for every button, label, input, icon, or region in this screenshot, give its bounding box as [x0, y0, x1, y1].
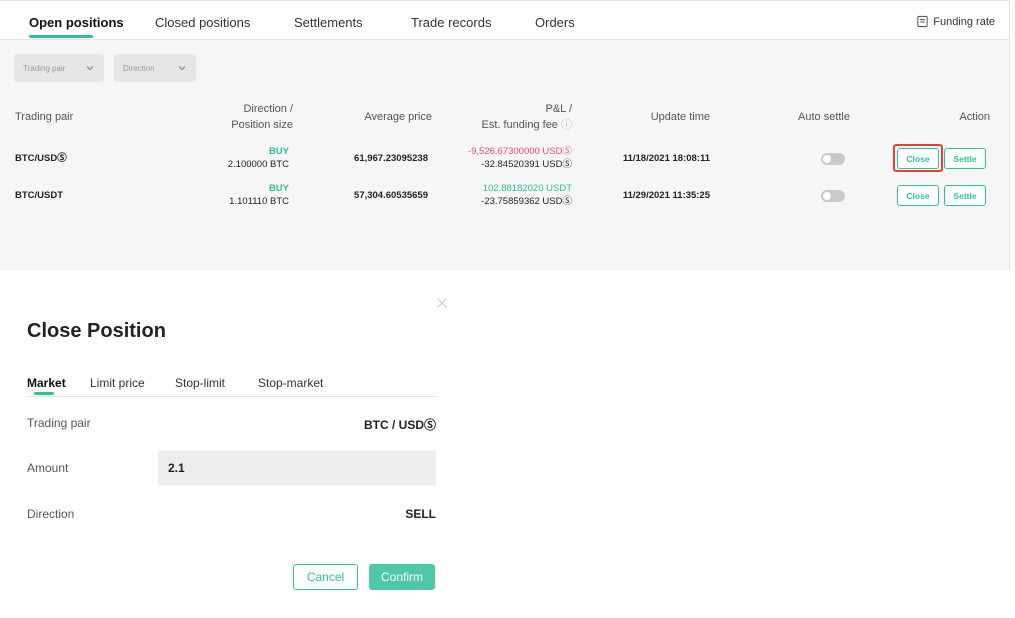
tab-closed-positions[interactable]: Closed positions: [155, 15, 250, 30]
row-average-price: 57,304.60535659: [354, 190, 428, 201]
row-trading-pair: BTC/USDT: [15, 190, 64, 201]
row-pnl-value: -9,526.67300000 USDⓈ: [467, 146, 572, 157]
header-trading-pair: Trading pair: [15, 111, 74, 123]
tab-stop-limit[interactable]: Stop-limit: [175, 376, 225, 390]
header-auto-settle: Auto settle: [798, 111, 850, 123]
trading-pair-filter[interactable]: Trading pair: [14, 54, 104, 82]
active-tab-indicator: [34, 392, 54, 395]
positions-panel: Open positions Closed positions Settleme…: [0, 0, 1010, 270]
header-update-time: Update time: [650, 111, 710, 123]
row-funding-fee: -23.75859362 USDⓈ: [481, 196, 572, 207]
auto-settle-toggle[interactable]: [821, 190, 845, 202]
active-tab-indicator: [29, 35, 93, 38]
header-pnl: P&L / Est. funding fee ⓘ: [450, 101, 572, 133]
row-pnl: -9,526.67300000 USDⓈ -32.84520391 USDⓈ: [440, 145, 572, 171]
cancel-button[interactable]: Cancel: [293, 564, 358, 590]
direction-filter-label: Direction: [123, 63, 155, 73]
settle-button[interactable]: Settle: [944, 185, 986, 206]
tab-stop-market[interactable]: Stop-market: [258, 376, 323, 390]
row-trading-pair: BTC/USDⓈ: [15, 153, 67, 164]
tab-market[interactable]: Market: [27, 376, 66, 390]
direction-filter[interactable]: Direction: [114, 54, 196, 82]
modal-title: Close Position: [27, 320, 166, 342]
positions-tab-bar: Open positions Closed positions Settleme…: [0, 1, 1009, 40]
row-average-price: 61,967.23095238: [354, 153, 428, 164]
row-update-time: 11/18/2021 18:08:11: [622, 153, 710, 164]
close-position-button[interactable]: Close: [897, 185, 939, 206]
chevron-down-icon: [86, 66, 94, 71]
confirm-button[interactable]: Confirm: [369, 564, 435, 590]
tab-divider: [27, 396, 437, 397]
row-direction-value: BUY: [268, 183, 289, 194]
row-direction: BUY 1.101110 BTC: [190, 182, 289, 208]
header-action: Action: [959, 111, 990, 123]
row-funding-fee: -32.84520391 USDⓈ: [481, 159, 572, 170]
tab-limit-price[interactable]: Limit price: [90, 376, 145, 390]
close-icon[interactable]: [436, 297, 448, 309]
header-direction-line2: Position size: [231, 119, 293, 131]
row-position-size: 2.100000 BTC: [227, 159, 289, 170]
row-pnl-value: 102.88182020 USDT: [482, 183, 572, 194]
row-pnl: 102.88182020 USDT -23.75859362 USDⓈ: [440, 182, 572, 208]
trading-pair-filter-label: Trading pair: [23, 63, 66, 73]
header-direction-line1: Direction /: [243, 103, 293, 115]
header-pnl-line2: Est. funding fee ⓘ: [481, 119, 572, 131]
row-update-time: 11/29/2021 11:35:25: [622, 190, 710, 201]
amount-input[interactable]: [158, 451, 436, 485]
settle-button[interactable]: Settle: [944, 148, 986, 169]
header-pnl-line1: P&L /: [545, 103, 573, 115]
direction-value: SELL: [405, 507, 436, 521]
funding-rate-icon: [917, 15, 928, 28]
tab-settlements[interactable]: Settlements: [294, 15, 363, 30]
row-direction: BUY 2.100000 BTC: [190, 145, 289, 171]
direction-label: Direction: [27, 507, 75, 521]
header-direction: Direction / Position size: [200, 101, 293, 133]
tab-orders[interactable]: Orders: [535, 15, 575, 30]
chevron-down-icon: [178, 66, 186, 71]
amount-label: Amount: [27, 461, 69, 475]
trading-pair-label: Trading pair: [27, 416, 91, 430]
funding-rate-button[interactable]: Funding rate: [916, 15, 995, 28]
trading-pair-value: BTC / USDⓈ: [363, 418, 436, 432]
row-position-size: 1.101110 BTC: [229, 196, 289, 207]
header-average-price: Average price: [364, 111, 432, 123]
info-icon[interactable]: ⓘ: [561, 119, 572, 131]
highlight-box: [893, 144, 943, 172]
tab-open-positions[interactable]: Open positions: [29, 15, 124, 30]
funding-rate-label: Funding rate: [933, 15, 995, 28]
auto-settle-toggle[interactable]: [821, 153, 845, 165]
row-direction-value: BUY: [268, 146, 289, 157]
tab-trade-records[interactable]: Trade records: [411, 15, 491, 30]
